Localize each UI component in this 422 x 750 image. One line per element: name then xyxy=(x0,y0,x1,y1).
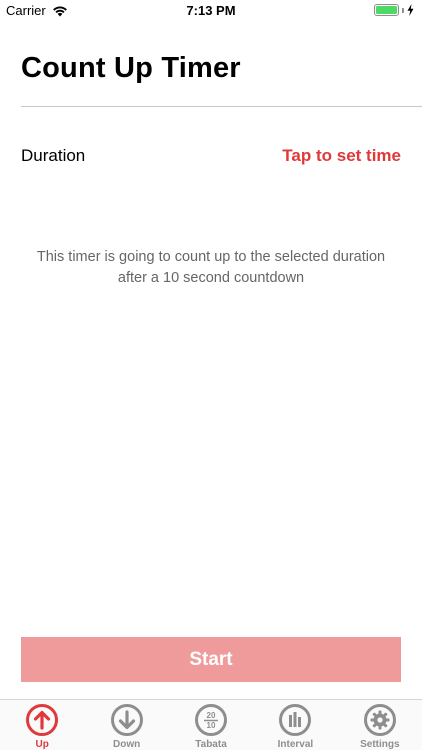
status-right xyxy=(374,4,414,16)
tab-settings[interactable]: Settings xyxy=(338,700,422,750)
tab-label-tabata: Tabata xyxy=(195,739,227,750)
start-button[interactable]: Start xyxy=(21,637,401,682)
tabata-icon-top-text: 20 xyxy=(207,711,216,720)
set-time-button[interactable]: Tap to set time xyxy=(282,146,401,166)
tab-label-down: Down xyxy=(113,739,141,750)
tabata-20-10-icon: 20 10 xyxy=(195,704,228,736)
title-divider xyxy=(21,106,422,107)
duration-label: Duration xyxy=(21,146,86,165)
tab-label-settings: Settings xyxy=(360,739,400,750)
status-time: 7:13 PM xyxy=(186,3,236,18)
duration-row[interactable]: Duration Tap to set time xyxy=(21,140,401,172)
timer-description: This timer is going to count up to the s… xyxy=(36,249,386,286)
tab-up[interactable]: Up xyxy=(0,700,84,750)
gear-icon xyxy=(363,704,396,736)
page-title: Count Up Timer xyxy=(21,52,241,84)
battery-cap xyxy=(402,7,404,13)
tab-label-interval: Interval xyxy=(277,739,314,750)
tab-interval[interactable]: Interval xyxy=(253,700,337,750)
battery-fill xyxy=(376,6,397,14)
interval-bars-icon xyxy=(279,704,312,736)
tab-bar: Up Down 20 10 Tabata Interval Settings xyxy=(0,699,422,750)
arrow-up-circle-icon xyxy=(26,704,59,736)
tab-label-up: Up xyxy=(35,739,49,750)
tab-tabata[interactable]: 20 10 Tabata xyxy=(169,700,253,750)
status-bar: Carrier 7:13 PM xyxy=(0,0,422,22)
arrow-down-circle-icon xyxy=(110,704,143,736)
tab-down[interactable]: Down xyxy=(84,700,168,750)
tabata-icon-bottom-text: 10 xyxy=(207,721,216,730)
charging-bolt-icon xyxy=(407,4,414,16)
battery-icon xyxy=(374,4,399,16)
